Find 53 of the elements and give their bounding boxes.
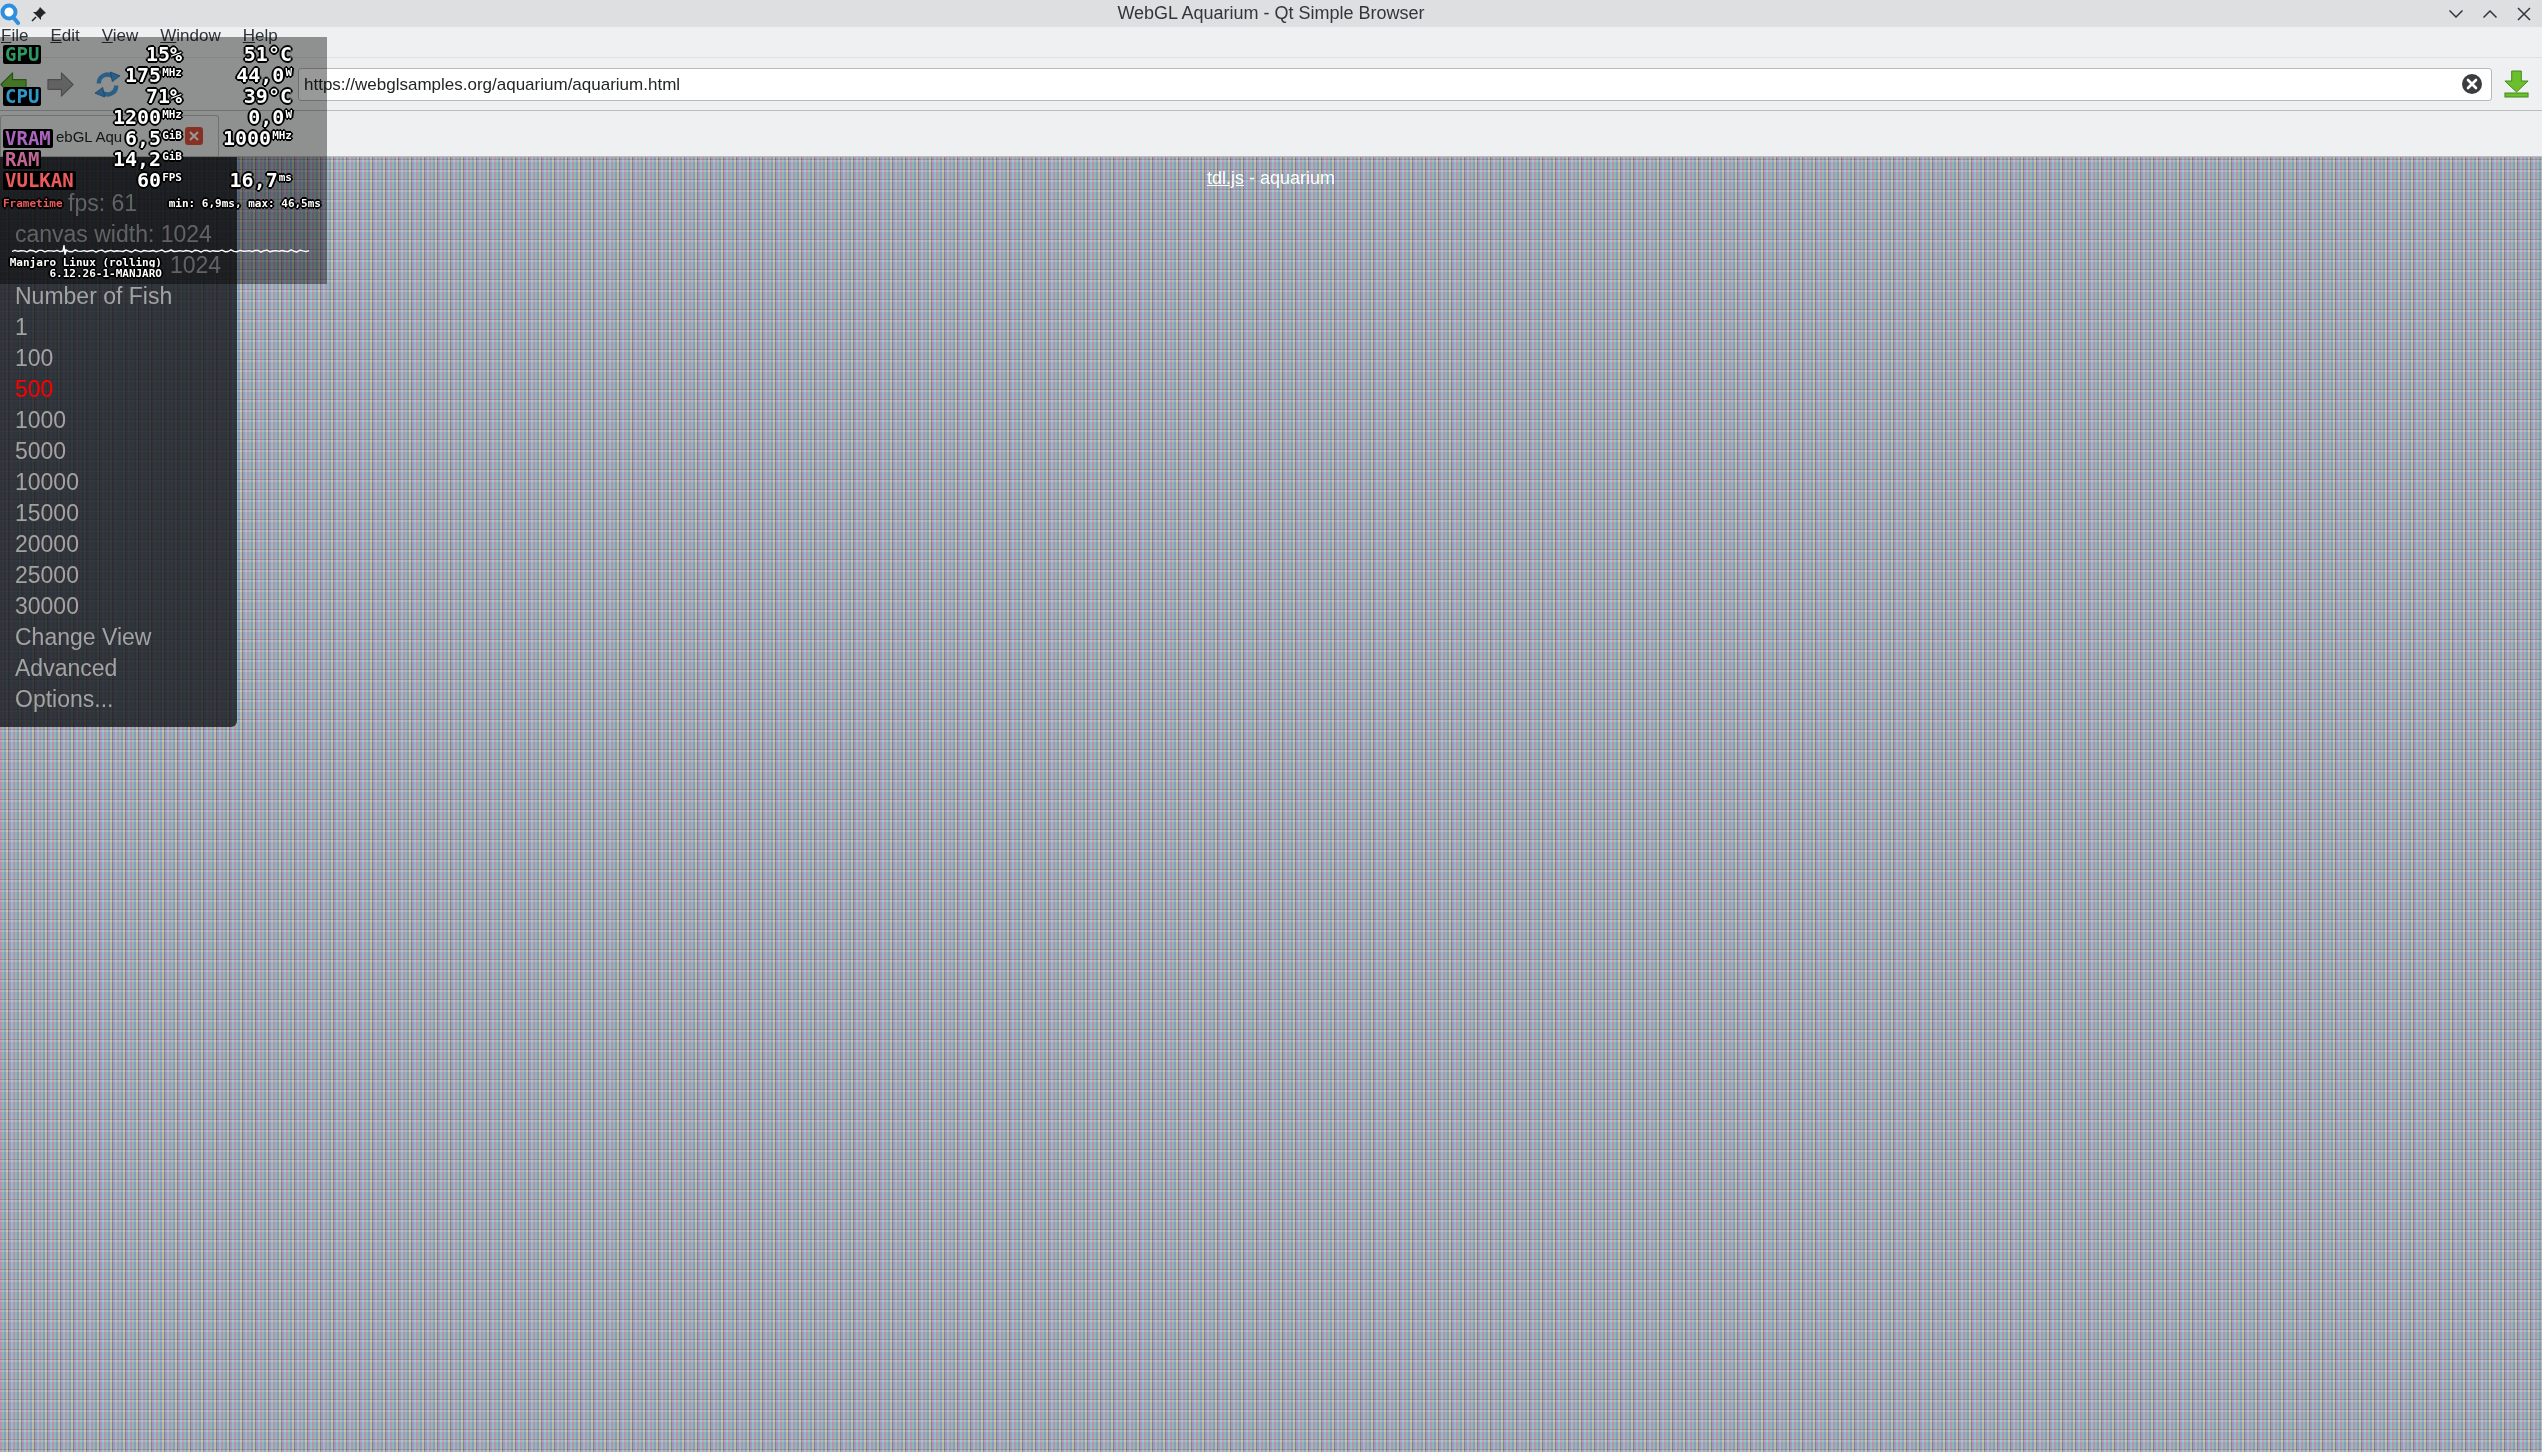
fish-count-option[interactable]: 100: [15, 348, 54, 368]
close-circle-icon[interactable]: [2462, 74, 2482, 94]
system-info-text: Manjaro Linux (rolling): [9, 257, 162, 268]
fish-count-option[interactable]: 10000: [15, 472, 79, 492]
hud-value: 16,7$^{ms}$: [229, 172, 292, 189]
hud-value: 175$^{MHz}$: [125, 67, 182, 84]
hud-value: 15%: [145, 46, 182, 63]
pin-icon[interactable]: [31, 5, 47, 22]
menu-item[interactable]: Help: [242, 27, 278, 44]
tab[interactable]: ebGL Aqu: [56, 128, 123, 144]
hud-label: CPU: [3, 87, 42, 106]
hud-value: 39°C: [243, 88, 292, 105]
page-title-text: - aquarium: [1249, 168, 1336, 188]
hud-label: VRAM: [3, 129, 53, 148]
fish-count-option[interactable]: 15000: [15, 503, 79, 523]
hud-value: 1200$^{MHz}$: [112, 109, 182, 126]
hud-label: RAM: [3, 150, 42, 169]
hud-label: GPU: [3, 45, 42, 64]
hud-value: 14,2$^{GiB}$: [112, 151, 182, 168]
info-text: 1024: [170, 255, 222, 275]
magnifier-icon: [0, 2, 20, 25]
info-text: canvas width: 1024: [15, 224, 212, 244]
frametime-stats: min: 6,9ms, max: 46,5ms: [168, 197, 321, 211]
page-title-link[interactable]: tdl.js: [1206, 168, 1244, 188]
fish-count-option[interactable]: 500: [15, 379, 54, 399]
menu-item[interactable]: Window: [160, 27, 221, 44]
fish-count-option[interactable]: 25000: [15, 565, 79, 585]
section-heading: Number of Fish: [15, 286, 173, 306]
hud-value: 1000$^{MHz}$: [222, 130, 292, 147]
hud-value: 60$^{FPS}$: [137, 172, 182, 189]
hud-label: VULKAN: [3, 171, 76, 190]
fish-count-option[interactable]: 1: [15, 317, 28, 337]
fish-count-option[interactable]: 1000: [15, 410, 67, 430]
panel-link[interactable]: Advanced: [15, 658, 118, 678]
menu-item[interactable]: Edit: [50, 27, 80, 44]
menu-item[interactable]: View: [101, 27, 139, 44]
window-title: WebGL Aquarium - Qt Simple Browser: [1117, 3, 1425, 24]
download-icon[interactable]: [2503, 70, 2530, 98]
frametime-label: Frametime: [3, 197, 63, 211]
hud-value: 0,0$^{W}$: [248, 109, 292, 126]
hud-value: 51°C: [243, 46, 292, 63]
fish-count-option[interactable]: 30000: [15, 596, 79, 616]
hud-value: 44,0$^{W}$: [236, 67, 292, 84]
close-icon[interactable]: [2517, 6, 2531, 21]
address-field[interactable]: https://webglsamples.org/aquarium/aquarium.html: [298, 67, 2492, 101]
fish-count-option[interactable]: 20000: [15, 534, 79, 554]
reload-icon[interactable]: [94, 70, 121, 98]
fish-count-option[interactable]: 5000: [15, 441, 67, 461]
hud-value: 71%: [145, 88, 182, 105]
system-info-text: 6.12.26-1-MANJARO: [49, 268, 162, 279]
chevron-down-icon[interactable]: [2449, 9, 2463, 18]
menu-item[interactable]: File: [1, 27, 29, 44]
chevron-up-icon[interactable]: [2483, 9, 2497, 18]
